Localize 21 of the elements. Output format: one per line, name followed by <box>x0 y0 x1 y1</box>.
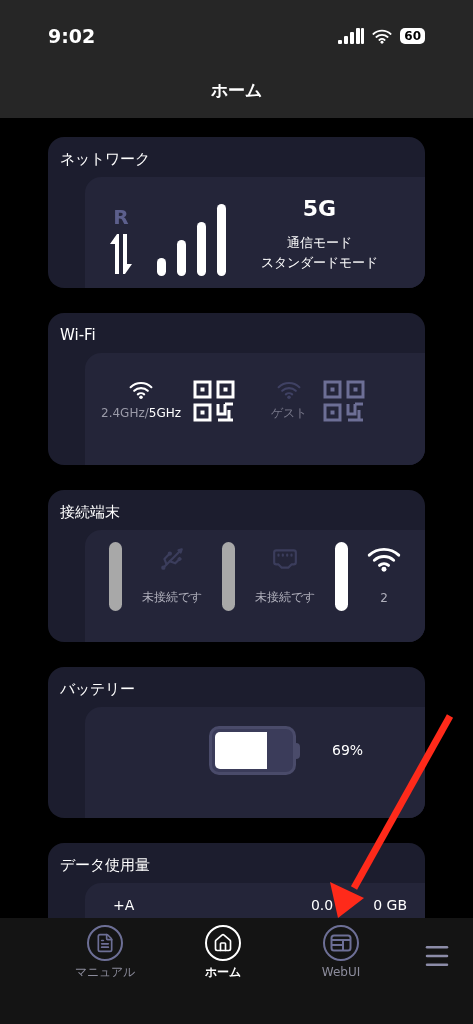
plan-label: +A <box>113 896 135 915</box>
battery-percentage: 69% <box>332 741 364 760</box>
card-title: バッテリー <box>59 679 136 700</box>
data-used: 0.0 <box>310 896 334 915</box>
device-status: 未接続です <box>255 589 315 606</box>
card-title: 接続端末 <box>59 502 121 523</box>
wifi-band-label: ゲスト <box>271 404 307 422</box>
card-title: ネットワーク <box>59 149 151 170</box>
clock-time: 9:02 <box>48 23 96 49</box>
card-title: データ使用量 <box>59 855 151 876</box>
device-status: 2 <box>380 589 388 607</box>
mode-value: スタンダードモード <box>261 253 378 272</box>
network-generation: 5G <box>302 195 337 223</box>
device-status: 未接続です <box>142 589 202 606</box>
roaming-indicator: R <box>113 204 129 231</box>
wifi-band-label: 2.4GHz/5GHz <box>101 404 181 422</box>
mode-label: 通信モード <box>287 234 352 252</box>
screen-title: ホーム <box>211 79 262 103</box>
card-title: Wi-Fi <box>59 325 97 346</box>
data-total: 0 GB <box>373 896 407 915</box>
battery-indicator: 60 <box>400 28 425 44</box>
